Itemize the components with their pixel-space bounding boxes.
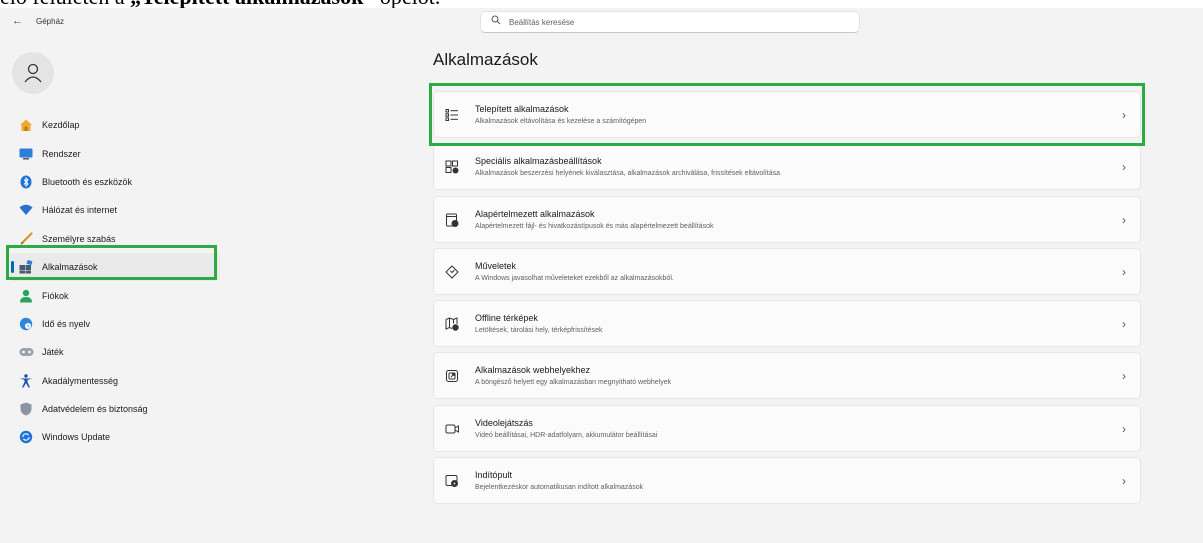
person-icon [18,288,34,304]
card-description: Letöltések, tárolási hely, térképfrissít… [475,327,603,335]
card-title: Alkalmazások webhelyekhez [475,365,591,376]
page-title: Alkalmazások [433,50,538,69]
sidebar-item-label: Bluetooth és eszközök [42,176,133,187]
sidebar-item-accessibility[interactable]: Akadálymentesség [10,367,220,395]
title-bar: ← Gépház Beállítás keresése [0,8,1203,38]
card-title: Telepített alkalmazások [475,104,569,114]
sidebar-item-label: Adatvédelem és biztonság [42,404,148,415]
settings-card-installed-apps[interactable]: Telepített alkalmazások Alkalmazások elt… [433,91,1141,138]
sidebar-item-windows-update[interactable]: Windows Update [10,423,220,451]
offline-maps-icon [444,316,460,332]
app-title: Gépház [36,17,65,26]
sidebar-item-privacy[interactable]: Adatvédelem és biztonság [10,395,220,423]
sidebar-item-accounts[interactable]: Fiókok [10,281,220,309]
sidebar-item-time-language[interactable]: Idő és nyelv [10,310,220,338]
card-title: Speciális alkalmazásbeállítások [475,156,602,167]
card-description: Bejelentkezéskor automatikusan indított … [475,484,644,492]
settings-card-default-apps[interactable]: Alapértelmezett alkalmazások Alapértelme… [433,195,1141,243]
sidebar-nav: Kezdőlap Rendszer Bluetooth és eszközök … [10,111,220,452]
home-icon [18,117,34,133]
card-description: Alkalmazások beszerzési helyének kiválas… [475,170,781,178]
brush-icon [18,231,34,247]
sidebar-item-label: Fiókok [42,290,69,301]
back-button[interactable]: ← [12,15,23,27]
avatar[interactable] [12,52,54,94]
settings-list: Telepített alkalmazások Alkalmazások elt… [433,91,1141,509]
sidebar-item-label: Játék [42,347,64,358]
document-caption: elő felületen a „Telepített alkalmazások… [0,0,660,9]
accessibility-icon [18,373,34,389]
card-description: Videó beállításai, HDR-adatfolyam, akkum… [475,431,658,439]
chevron-right-icon: › [1122,474,1126,489]
search-icon [491,15,501,28]
sidebar-item-label: Akadálymentesség [42,375,119,386]
sidebar-item-label: Windows Update [42,432,111,443]
sidebar-item-home[interactable]: Kezdőlap [10,111,220,139]
startup-icon [444,473,460,489]
update-icon [18,429,34,445]
chevron-right-icon: › [1122,317,1126,332]
chevron-right-icon: › [1122,421,1126,436]
actions-icon [444,264,460,280]
search-input[interactable]: Beállítás keresése [480,11,860,33]
sidebar-item-label: Rendszer [42,148,81,159]
sidebar-item-label: Alkalmazások [42,262,98,273]
card-description: Alapértelmezett fájl- és hivatkozástípus… [475,222,714,230]
card-title: Indítópult [475,470,513,481]
settings-card-advanced-apps[interactable]: Speciális alkalmazásbeállítások Alkalmaz… [433,143,1141,191]
settings-window: ← Gépház Beállítás keresése Kezdőlap Ren… [0,8,1203,543]
advanced-apps-icon [444,159,460,175]
settings-card-offline-maps[interactable]: Offline térképek Letöltések, tárolási he… [433,300,1141,348]
chevron-right-icon: › [1122,212,1126,227]
chevron-right-icon: › [1122,160,1126,175]
card-title: Műveletek [475,260,517,271]
sidebar-item-bluetooth[interactable]: Bluetooth és eszközök [10,168,220,196]
video-icon [444,421,460,437]
globe-clock-icon [18,316,34,332]
sidebar-item-network[interactable]: Hálózat és internet [10,196,220,224]
sidebar-item-label: Idő és nyelv [42,318,91,329]
person-icon [24,63,42,83]
sidebar-item-personalization[interactable]: Személyre szabás [10,225,220,253]
apps-icon [18,259,34,275]
settings-card-video-playback[interactable]: Videolejátszás Videó beállításai, HDR-ad… [433,404,1141,452]
shield-icon [18,401,34,417]
sidebar-item-gaming[interactable]: Játék [10,338,220,366]
sidebar-item-system[interactable]: Rendszer [10,139,220,167]
settings-card-apps-for-websites[interactable]: Alkalmazások webhelyekhez A böngésző hel… [433,352,1141,400]
bluetooth-icon [18,174,34,190]
chevron-right-icon: › [1122,264,1126,279]
default-apps-icon [444,212,460,228]
apps-websites-icon [444,368,460,384]
card-title: Offline térképek [475,313,538,324]
installed-apps-icon [444,107,460,123]
display-icon [18,146,34,162]
search-placeholder: Beállítás keresése [509,18,575,27]
gamepad-icon [18,344,34,360]
sidebar-item-apps[interactable]: Alkalmazások [10,252,220,282]
card-title: Videolejátszás [475,417,533,428]
card-description: A Windows javasolhat műveleteket ezekből… [475,274,674,282]
card-description: A böngésző helyett egy alkalmazásban meg… [475,379,672,387]
selection-indicator [11,260,14,273]
card-title: Alapértelmezett alkalmazások [475,208,595,219]
sidebar-item-label: Kezdőlap [42,120,80,131]
chevron-right-icon: › [1122,369,1126,384]
sidebar-item-label: Hálózat és internet [42,205,118,216]
settings-card-actions[interactable]: Műveletek A Windows javasolhat műveletek… [433,247,1141,295]
sidebar-item-label: Személyre szabás [42,233,116,244]
wifi-icon [18,202,34,218]
card-description: Alkalmazások eltávolítása és kezelése a … [475,118,647,125]
settings-card-startup[interactable]: Indítópult Bejelentkezéskor automatikusa… [433,457,1141,505]
chevron-right-icon: › [1122,108,1126,122]
